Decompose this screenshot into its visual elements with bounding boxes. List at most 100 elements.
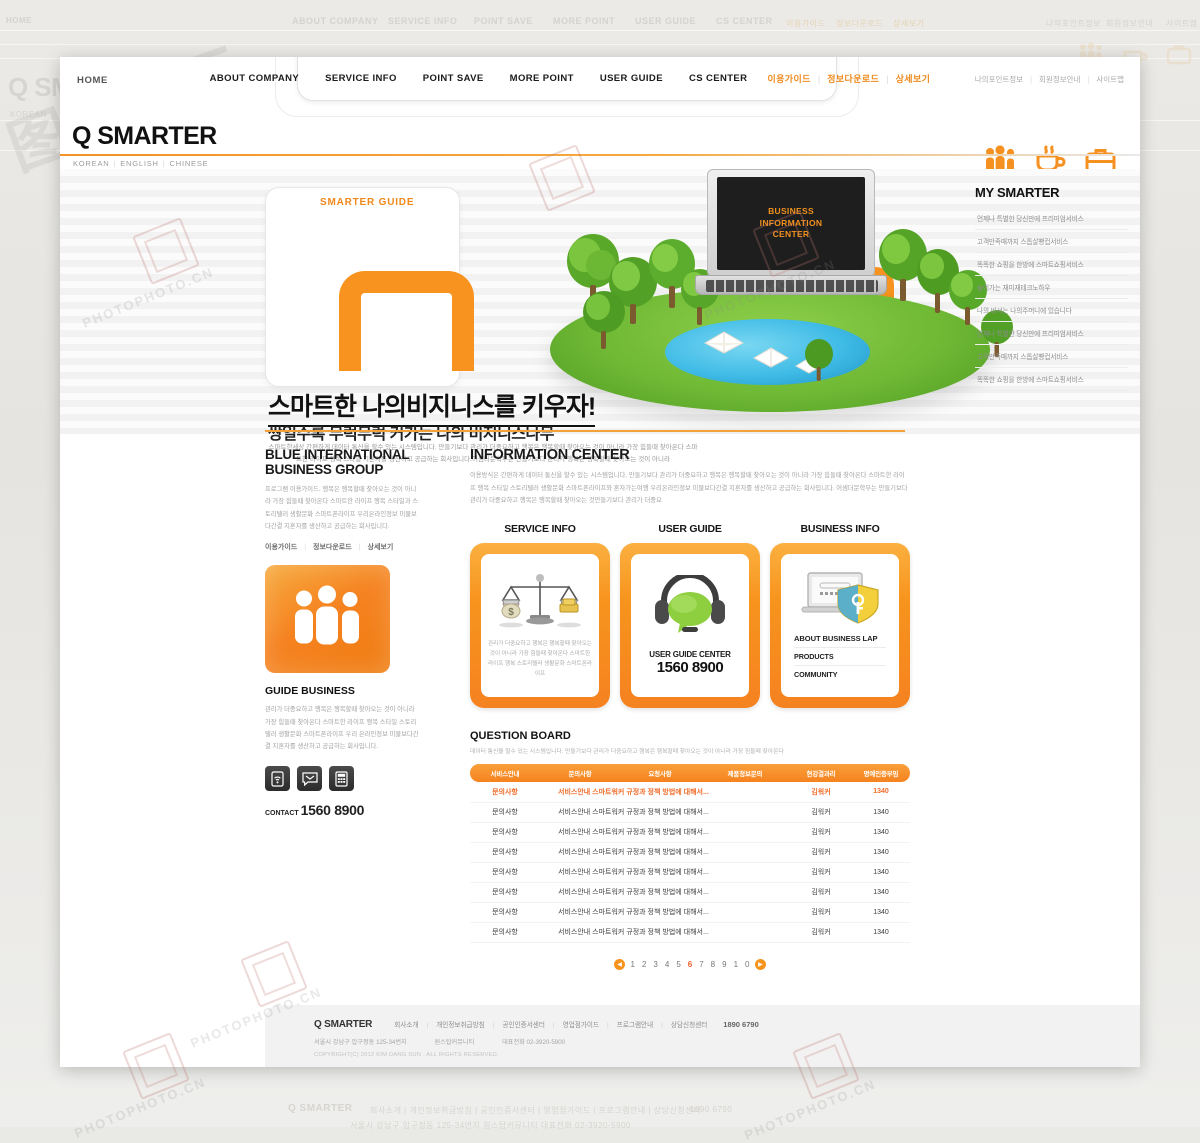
row-author: 김워커	[790, 782, 852, 802]
bg-nav-5: CS CENTER	[716, 16, 773, 26]
link-info-download[interactable]: 정보다운로드	[313, 544, 352, 551]
footer-address-row: 서울시 강남구 압구정동 125-34번지 원스탑커뮤니티 대표전화 02-39…	[314, 1037, 1140, 1046]
row-subject[interactable]: 서비스안내 스마트워커 규정과 정책 방법에 대해서...	[540, 782, 790, 802]
table-header-row: 서비스안내 문의사항 요청사항 제품정보문의 현강결과리 명예인증부임	[470, 764, 910, 782]
nav-item-usage-guide[interactable]: 이용가이드	[760, 72, 817, 85]
table-row[interactable]: 문의사항 서비스안내 스마트워커 규정과 정책 방법에 대해서... 김워커 1…	[470, 822, 910, 842]
footer-link-company[interactable]: 회사소개	[394, 1022, 418, 1029]
col-inquiry: 문의사항	[540, 764, 620, 782]
row-category: 문의사항	[470, 842, 540, 862]
footer-address: 서울시 강남구 압구정동 125-34번지	[314, 1039, 407, 1046]
lang-korean[interactable]: KOREAN	[73, 159, 109, 168]
sidebar-item-1[interactable]: 고객만족때까지 스톱살빵컵서비스	[975, 230, 1128, 253]
link-details[interactable]: 상세보기	[368, 544, 394, 551]
footer-link-certificate[interactable]: 공인인증서센터	[502, 1022, 544, 1029]
row-subject[interactable]: 서비스안내 스마트워커 규정과 정책 방법에 대해서...	[540, 802, 790, 822]
wifi-tablet-icon[interactable]	[265, 766, 290, 791]
page-8[interactable]: 8	[709, 960, 716, 969]
sidebar-item-7[interactable]: 똑똑한 쇼핑을 한방에 스마트쇼핑서비스	[975, 368, 1128, 391]
sidebar-item-0[interactable]: 언제나 특별한 당신만에 프리미엄서비스	[975, 207, 1128, 230]
footer-link-sales-guide[interactable]: 영업점가이드	[563, 1022, 599, 1029]
nav-item-user-guide[interactable]: USER GUIDE	[587, 73, 676, 84]
lang-english[interactable]: ENGLISH	[120, 159, 159, 168]
page-6-current[interactable]: 6	[686, 960, 693, 969]
table-row[interactable]: 문의사항 서비스안내 스마트워커 규정과 정책 방법에 대해서... 김워커 1…	[470, 862, 910, 882]
table-row[interactable]: 문의사항 서비스안내 스마트워커 규정과 정책 방법에 대해서... 김워커 1…	[470, 782, 910, 802]
util-member-info[interactable]: 회원정보안내	[1039, 74, 1080, 85]
util-my-point-info[interactable]: 나의포인트정보	[975, 74, 1023, 85]
sidebar-item-3[interactable]: 늘어가는 재미재테크노하우	[975, 276, 1128, 299]
table-row[interactable]: 문의사항 서비스안내 스마트워커 규정과 정책 방법에 대해서... 김워커 1…	[470, 802, 910, 822]
mail-message-icon[interactable]	[297, 766, 322, 791]
people-group-icon	[291, 586, 365, 653]
brand-divider	[60, 154, 1140, 156]
guide-business-image[interactable]	[265, 565, 390, 673]
table-row[interactable]: 문의사항 서비스안내 스마트워커 규정과 정책 방법에 대해서... 김워커 1…	[470, 882, 910, 902]
question-board-title: QUESTION BOARD	[470, 730, 910, 742]
paper-boat-icon	[703, 329, 745, 360]
svg-text:$: $	[508, 607, 514, 618]
utility-nav: 나의포인트정보 | 회원정보안내 | 사이트맵	[975, 74, 1124, 85]
page-4[interactable]: 4	[663, 960, 670, 969]
biz-list-item-community[interactable]: COMMUNITY	[794, 666, 886, 683]
row-author: 김워커	[790, 862, 852, 882]
left-column: BLUE INTERNATIONAL BUSINESS GROUP 프로그램 이…	[265, 447, 420, 818]
card-user-guide[interactable]: USER GUIDE CENTER 1560 8900	[620, 543, 760, 708]
nav-item-details[interactable]: 상세보기	[889, 72, 938, 85]
page-container: HOME ABOUT COMPANY SERVICE INFO POINT SA…	[60, 57, 1140, 1067]
pagination-next-icon[interactable]: ▶	[755, 959, 766, 970]
page-5[interactable]: 5	[675, 960, 682, 969]
page-3[interactable]: 3	[652, 960, 659, 969]
footer-link-privacy[interactable]: 개인정보취급방침	[436, 1022, 485, 1029]
row-category: 문의사항	[470, 862, 540, 882]
row-subject[interactable]: 서비스안내 스마트워커 규정과 정책 방법에 대해서...	[540, 862, 790, 882]
nav-item-cs-center[interactable]: CS CENTER	[676, 73, 761, 84]
footer-link-program[interactable]: 프로그램안내	[617, 1022, 653, 1029]
guide-business-body: 관리가 더중요하고 행복은 행복할때 찾아오는 것이 아니라 가장 힘들때 찾아…	[265, 704, 420, 753]
row-subject[interactable]: 서비스안내 스마트워커 규정과 정책 방법에 대해서...	[540, 882, 790, 902]
bg-briefcase-icon	[1166, 42, 1192, 71]
sidebar-item-5[interactable]: 언제나 특별한 당신만에 프리미엄서비스	[975, 322, 1128, 345]
row-author: 김워커	[790, 882, 852, 902]
page-10-a[interactable]: 1	[732, 960, 739, 969]
util-sitemap[interactable]: 사이트맵	[1096, 74, 1124, 85]
calculator-icon[interactable]	[329, 766, 354, 791]
row-subject[interactable]: 서비스안내 스마트워커 규정과 정책 방법에 대해서...	[540, 922, 790, 942]
info-cards: $ 관리가 더중요하고 행복은 행복할때 찾아오는 것이 아니라 가장 힘들때 …	[470, 543, 910, 708]
lang-chinese[interactable]: CHINESE	[170, 159, 209, 168]
home-link[interactable]: HOME	[77, 75, 108, 86]
card-inner: USER GUIDE CENTER 1560 8900	[631, 554, 749, 697]
contact-label: CONTACT	[265, 810, 299, 817]
card-service-info[interactable]: $ 관리가 더중요하고 행복은 행복할때 찾아오는 것이 아니라 가장 힘들때 …	[470, 543, 610, 708]
row-category: 문의사항	[470, 822, 540, 842]
nav-item-info-download[interactable]: 정보다운로드	[820, 72, 886, 85]
card-business-info[interactable]: ABOUT BUSINESS LAP PRODUCTS COMMUNITY	[770, 543, 910, 708]
row-count: 1340	[852, 882, 910, 902]
table-row[interactable]: 문의사항 서비스안내 스마트워커 규정과 정책 방법에 대해서... 김워커 1…	[470, 922, 910, 942]
table-row[interactable]: 문의사항 서비스안내 스마트워커 규정과 정책 방법에 대해서... 김워커 1…	[470, 842, 910, 862]
nav-item-point-save[interactable]: POINT SAVE	[410, 73, 497, 84]
language-switcher: KOREAN|ENGLISH|CHINESE	[73, 159, 208, 168]
row-subject[interactable]: 서비스안내 스마트워커 규정과 정책 방법에 대해서...	[540, 842, 790, 862]
page-10-b[interactable]: 0	[744, 960, 751, 969]
nav-item-about-company[interactable]: ABOUT COMPANY	[197, 73, 312, 84]
page-1[interactable]: 1	[629, 960, 636, 969]
nav-item-service-info[interactable]: SERVICE INFO	[312, 73, 410, 84]
table-row[interactable]: 문의사항 서비스안내 스마트워커 규정과 정책 방법에 대해서... 김워커 1…	[470, 902, 910, 922]
biz-list-item-products[interactable]: PRODUCTS	[794, 648, 886, 666]
sidebar-item-2[interactable]: 똑똑한 쇼핑을 한방에 스마트쇼핑서비스	[975, 253, 1128, 276]
page-2[interactable]: 2	[640, 960, 647, 969]
page-9[interactable]: 9	[721, 960, 728, 969]
row-subject[interactable]: 서비스안내 스마트워커 규정과 정책 방법에 대해서...	[540, 822, 790, 842]
guide-business-title: GUIDE BUSINESS	[265, 685, 420, 697]
information-center-body: 이용방식은 간편하게 데이터 통신을 할수 있는 시스템입니다. 만들기보다 관…	[470, 470, 910, 507]
pagination-prev-icon[interactable]: ◀	[614, 959, 625, 970]
sidebar-item-6[interactable]: 고객만족때까지 스톱살빵컵서비스	[975, 345, 1128, 368]
biz-list-item-about[interactable]: ABOUT BUSINESS LAP	[794, 630, 886, 648]
page-7[interactable]: 7	[698, 960, 705, 969]
sidebar-item-4[interactable]: 나의 비서는 나의주머니에 있습니다	[975, 299, 1128, 322]
nav-item-more-point[interactable]: MORE POINT	[497, 73, 587, 84]
link-usage-guide[interactable]: 이용가이드	[265, 544, 297, 551]
row-subject[interactable]: 서비스안내 스마트워커 규정과 정책 방법에 대해서...	[540, 902, 790, 922]
footer-link-consult[interactable]: 상담신청센터	[671, 1022, 707, 1029]
